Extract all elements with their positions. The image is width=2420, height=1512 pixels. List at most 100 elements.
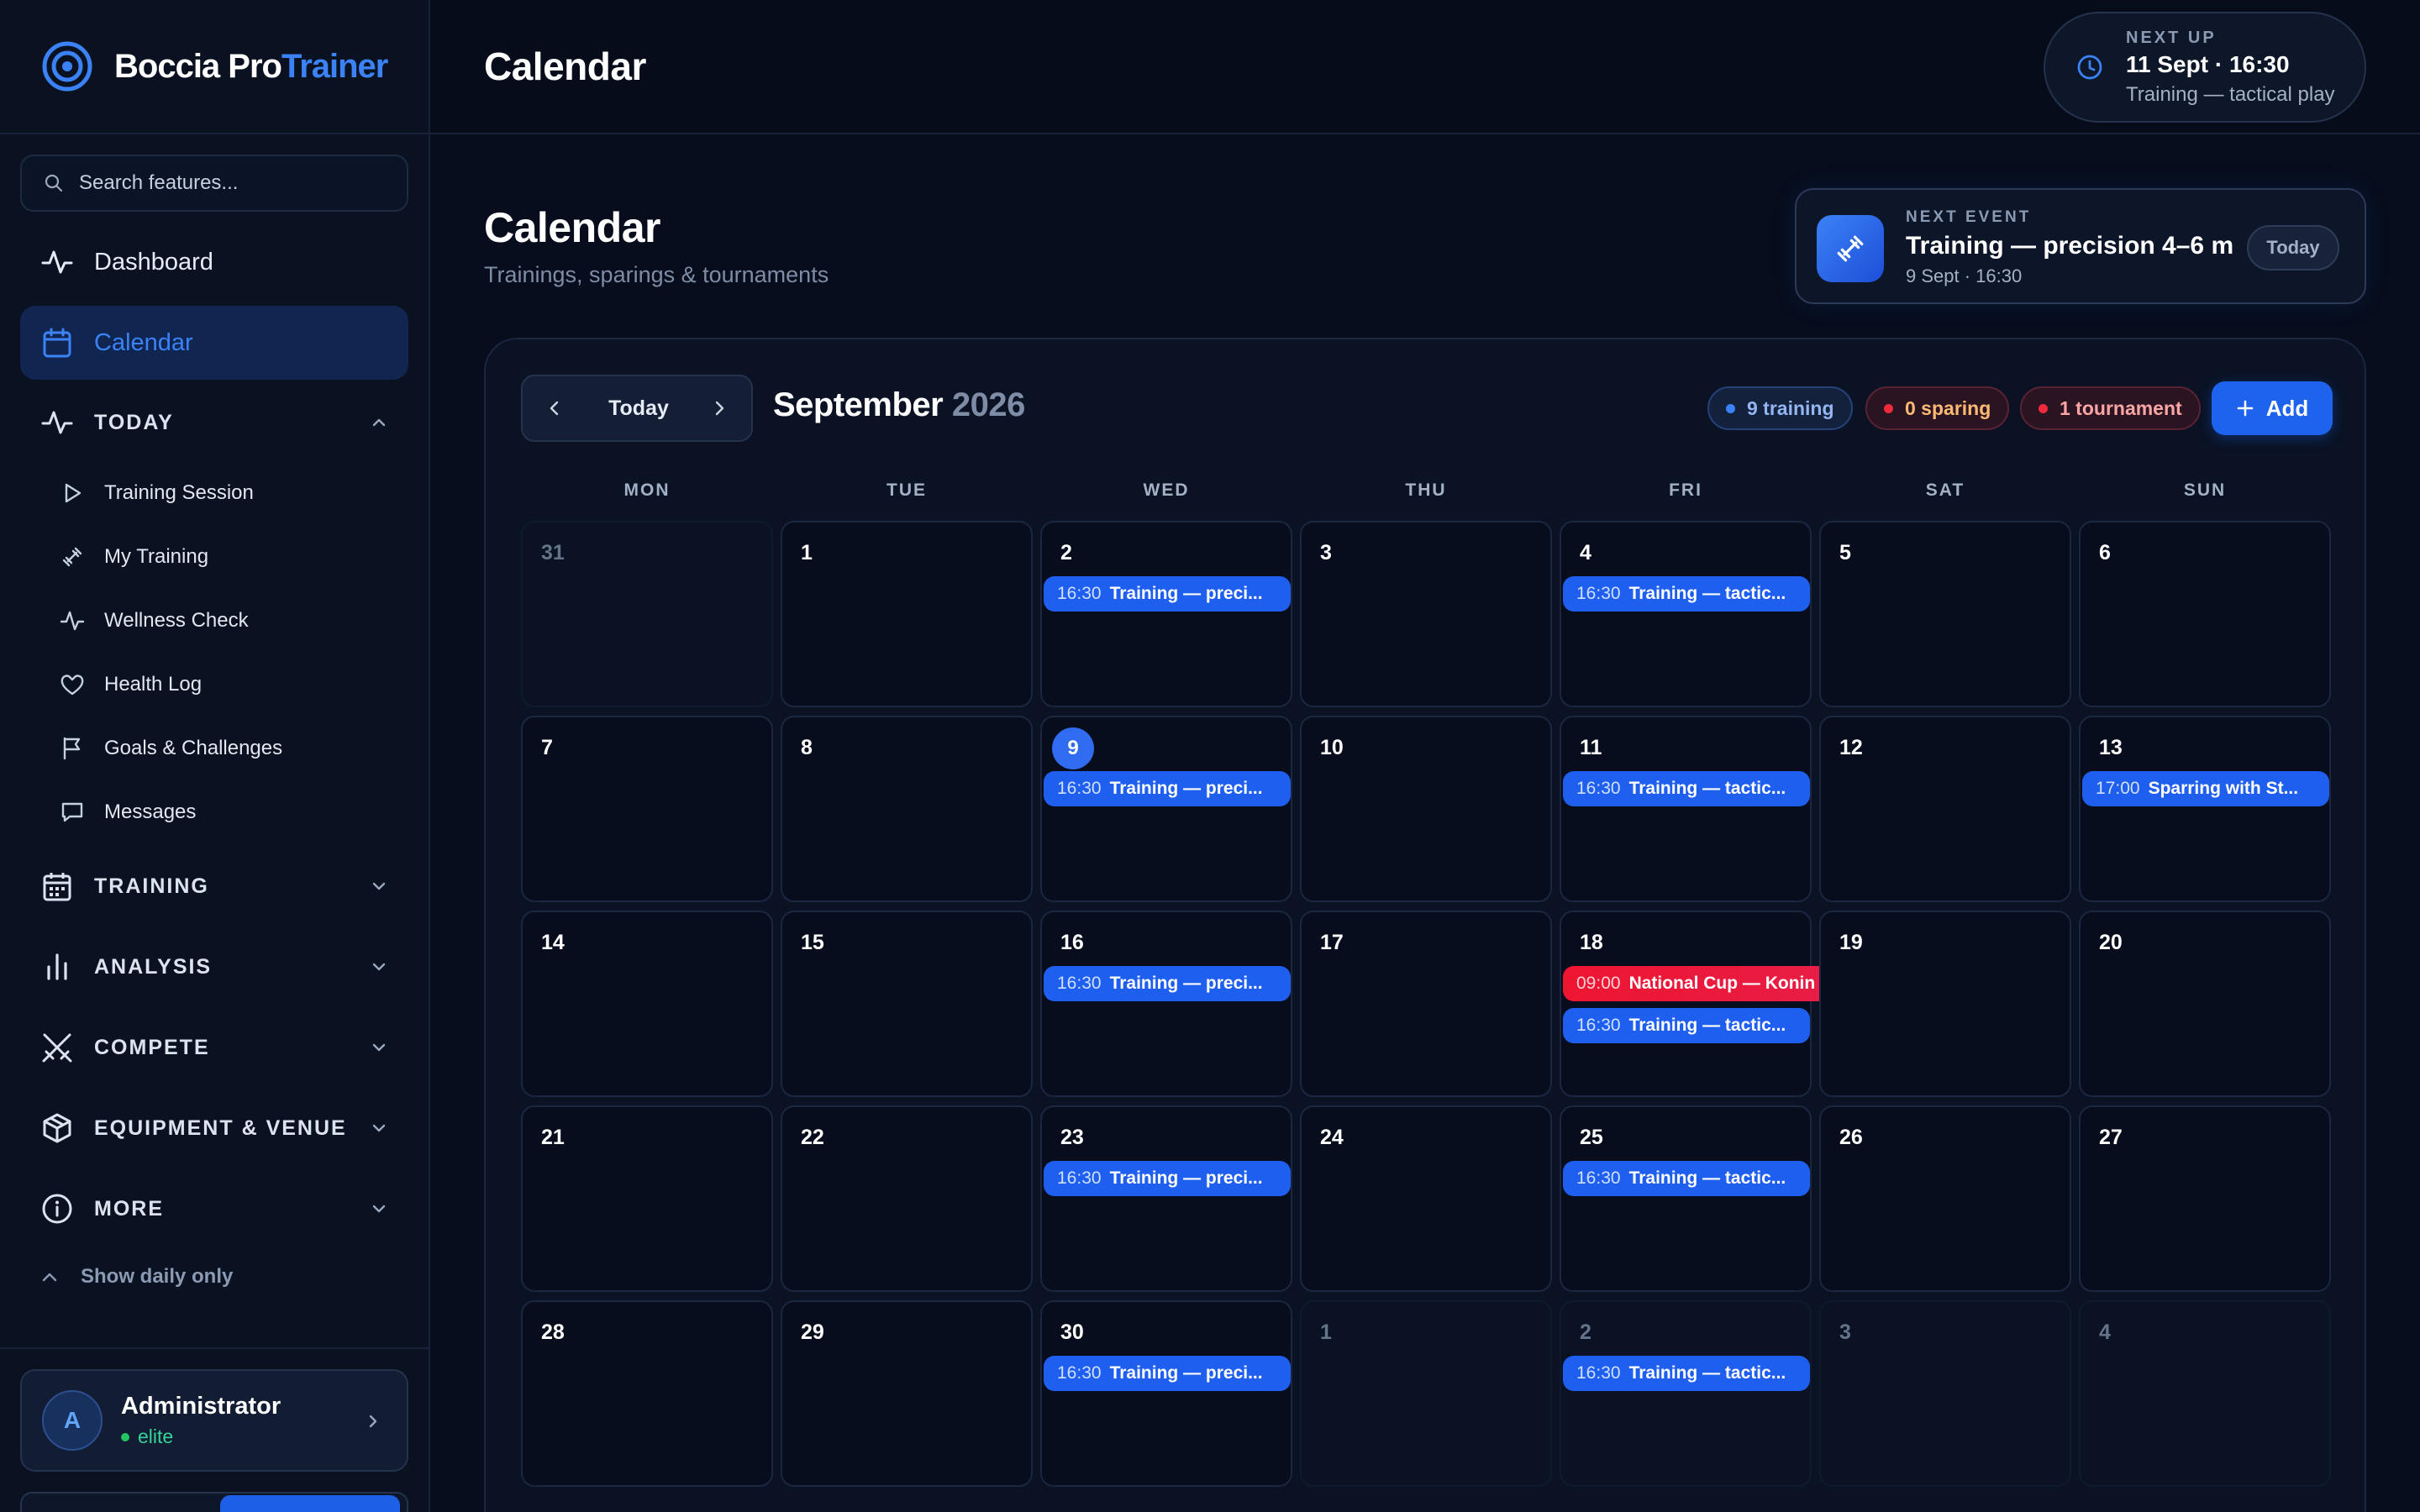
training-event-chip[interactable]: 17:00 Sparring with St... [2082,771,2329,806]
day-cell[interactable]: 30 [1040,1300,1292,1487]
section-more[interactable]: MORE [20,1179,408,1238]
day-cell[interactable]: 31 [521,521,773,707]
day-number: 26 [1839,1126,1863,1149]
section-more-label: MORE [94,1196,164,1221]
event-time: 16:30 [1057,779,1102,798]
day-cell[interactable]: 3 [1300,521,1552,707]
day-cell[interactable]: 1 [781,521,1033,707]
day-cell[interactable]: 29 [781,1300,1033,1487]
nav-my-training[interactable]: My Training [59,531,403,583]
day-cell[interactable]: 20 [2079,911,2331,1097]
day-cell[interactable]: 24 [1300,1105,1552,1292]
day-cell[interactable]: 11 [1560,716,1812,902]
day-cell[interactable]: 18 [1560,911,1812,1097]
event-time: 16:30 [1057,1168,1102,1188]
event-time: 16:30 [1057,974,1102,993]
nav-calendar[interactable]: Calendar [20,306,408,380]
day-cell[interactable]: 16 [1040,911,1292,1097]
tournament-dot [2039,403,2048,413]
day-cell[interactable]: 5 [1819,521,2071,707]
legend-training[interactable]: 9 training [1707,386,1853,430]
training-event-chip[interactable]: 16:30 Training — tactic... [1563,576,1810,612]
section-compete[interactable]: COMPETE [20,1018,408,1077]
day-cell[interactable]: 17 [1300,911,1552,1097]
event-title: Training — tactic... [1628,779,1786,798]
activity-icon [41,411,73,434]
day-cell[interactable]: 19 [1819,911,2071,1097]
nav-goals-challenges[interactable]: Goals & Challenges [59,722,403,774]
day-cell[interactable]: 1 [1300,1300,1552,1487]
training-event-chip[interactable]: 16:30 Training — tactic... [1563,1008,1810,1043]
training-event-chip[interactable]: 16:30 Training — tactic... [1563,1161,1810,1196]
training-event-chip[interactable]: 16:30 Training — preci... [1044,966,1291,1001]
nav-dashboard[interactable]: Dashboard [20,225,408,299]
section-equipment-venue[interactable]: EQUIPMENT & VENUE [20,1099,408,1158]
training-event-chip[interactable]: 16:30 Training — preci... [1044,771,1291,806]
day-cell[interactable]: 25 [1560,1105,1812,1292]
chevron-up-icon [42,1273,57,1282]
day-cell[interactable]: 21 [521,1105,773,1292]
training-event-chip[interactable]: 16:30 Training — tactic... [1563,771,1810,806]
calendar-icon [43,873,71,901]
day-cell[interactable]: 4 [1560,521,1812,707]
legend-tournament-label: 1 tournament [2060,396,2182,419]
day-cell[interactable]: 27 [2079,1105,2331,1292]
next-up-time: 11 Sept · 16:30 [2126,50,2290,77]
brand-name: Boccia ProTrainer [114,47,388,85]
play-icon [65,483,82,503]
month-year: 2026 [951,386,1025,423]
day-cell[interactable]: 2 [1040,521,1292,707]
day-cell[interactable]: 13 [2079,716,2331,902]
day-number: 15 [801,931,824,954]
next-month-button[interactable] [687,376,751,440]
user-card[interactable]: A Administrator elite [20,1369,408,1472]
nav-training-session[interactable]: Training Session [59,467,403,519]
bottom-controls[interactable] [20,1492,408,1512]
day-cell[interactable]: 6 [2079,521,2331,707]
day-number: 18 [1580,931,1603,954]
add-event-button[interactable]: Add [2212,381,2333,435]
search-box[interactable] [20,155,408,212]
day-number: 23 [1060,1126,1084,1149]
today-button[interactable]: Today [587,376,691,440]
training-event-chip[interactable]: 16:30 Training — tactic... [1563,1356,1810,1391]
brand[interactable]: Boccia ProTrainer [0,0,429,134]
nav-health-log[interactable]: Health Log [59,659,403,711]
day-cell[interactable]: 28 [521,1300,773,1487]
prev-month-button[interactable] [523,376,587,440]
legend-sparring[interactable]: 0 sparing [1865,386,2010,430]
day-cell[interactable]: 7 [521,716,773,902]
training-event-chip[interactable]: 16:30 Training — preci... [1044,1161,1291,1196]
weekday-mon: MON [623,480,671,500]
section-training[interactable]: TRAINING [20,857,408,916]
section-today[interactable]: TODAY [20,393,408,452]
day-cell[interactable]: 3 [1819,1300,2071,1487]
legend-tournament[interactable]: 1 tournament [2020,386,2201,430]
nav-messages[interactable]: Messages [59,786,403,838]
month-navigation: Today [521,375,753,442]
training-event-chip[interactable]: 16:30 Training — preci... [1044,576,1291,612]
chevron-down-icon [372,1124,386,1132]
day-cell[interactable]: 8 [781,716,1033,902]
day-cell[interactable]: 2 [1560,1300,1812,1487]
show-daily-toggle[interactable]: Show daily only [40,1265,233,1289]
section-analysis[interactable]: ANALYSIS [20,937,408,996]
day-cell[interactable]: 10 [1300,716,1552,902]
next-up-chip[interactable]: NEXT UP 11 Sept · 16:30 Training — tacti… [2044,12,2366,123]
day-cell[interactable]: 9 [1040,716,1292,902]
box-icon [43,1113,71,1143]
day-cell[interactable]: 12 [1819,716,2071,902]
day-cell[interactable]: 14 [521,911,773,1097]
bar-chart-icon [47,953,67,980]
search-input[interactable] [79,171,398,195]
day-cell[interactable]: 4 [2079,1300,2331,1487]
nav-wellness-check[interactable]: Wellness Check [59,595,403,647]
day-cell[interactable]: 26 [1819,1105,2071,1292]
next-event-card[interactable]: NEXT EVENT Training — precision 4–6 m 9 … [1795,188,2366,304]
day-cell[interactable]: 23 [1040,1105,1292,1292]
training-event-chip[interactable]: 16:30 Training — preci... [1044,1356,1291,1391]
day-cell[interactable]: 22 [781,1105,1033,1292]
bottom-action-button[interactable] [220,1495,400,1512]
status-dot [121,1432,129,1441]
day-cell[interactable]: 15 [781,911,1033,1097]
